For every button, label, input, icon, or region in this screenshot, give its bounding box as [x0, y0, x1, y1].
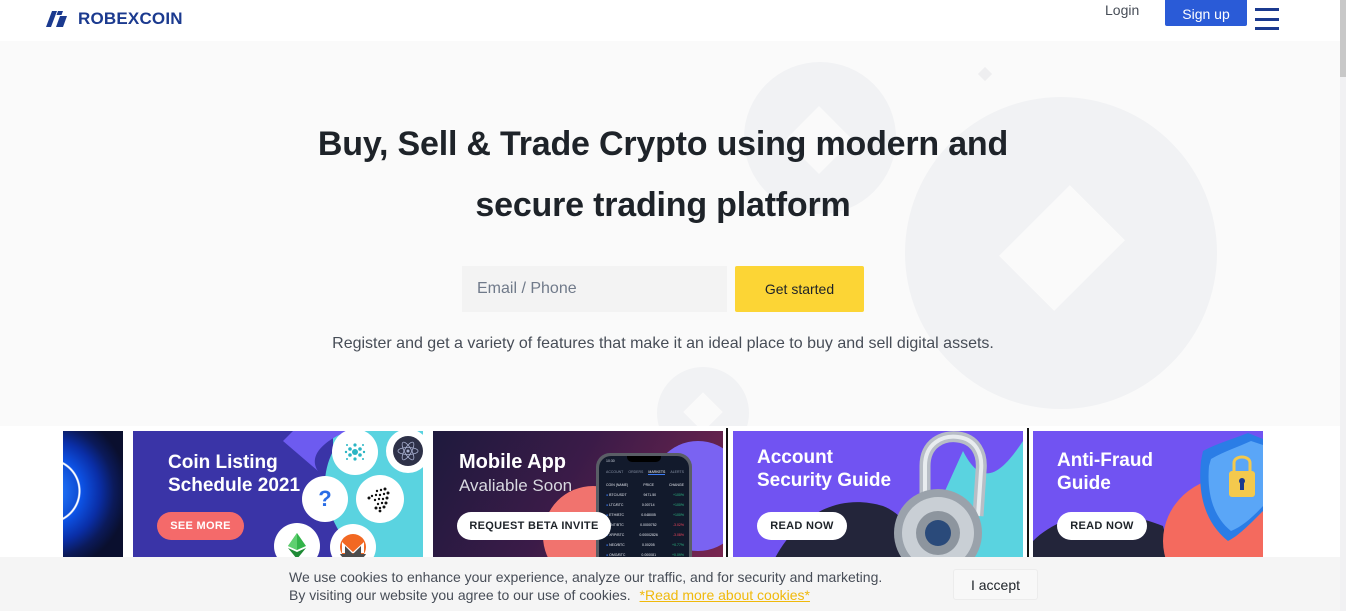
banner-title: Anti-Fraud Guide — [1057, 450, 1154, 494]
hero-subtitle: Register and get a variety of features t… — [332, 335, 994, 352]
hamburger-menu-icon[interactable] — [1255, 8, 1279, 30]
phone-columns: COIN (NAME) PRICE CHANGE — [606, 483, 684, 487]
signup-button[interactable]: Sign up — [1165, 0, 1247, 26]
padlock-icon — [883, 431, 1003, 562]
banner-account-security[interactable]: Account Security Guide READ NOW — [733, 431, 1023, 562]
banner-divider — [1027, 428, 1029, 562]
banner-title: Mobile App Avaliable Soon — [459, 451, 573, 495]
email-phone-input[interactable] — [462, 266, 727, 312]
question-mark-icon: ? — [302, 476, 348, 522]
brand-name: ROBEXCOIN — [78, 9, 183, 28]
banner-divider — [726, 428, 728, 562]
decorative-diamond — [977, 66, 993, 82]
banner-anti-fraud[interactable]: Anti-Fraud Guide READ NOW — [1033, 431, 1263, 562]
request-beta-invite-button[interactable]: REQUEST BETA INVITE — [457, 512, 611, 540]
see-more-button[interactable]: SEE MORE — [157, 512, 244, 540]
banner-title: Account Security Guide — [757, 447, 892, 491]
phone-mockup: 10:30 ACCOUNT ORDERS MARKETS ALERTS COIN (N… — [596, 453, 692, 562]
hero-headline: Buy, Sell & Trade Crypto using modern an… — [0, 114, 1326, 236]
logo-mark-icon — [46, 11, 68, 27]
phone-market-row: ● ETH/BTC 0.048005 +100% — [606, 513, 684, 517]
banner-title: Coin Listing Schedule 2021 — [168, 452, 301, 496]
banner-coin-listing[interactable]: Coin Listing Schedule 2021 SEE MORE ? — [133, 431, 423, 562]
banner-partial[interactable] — [63, 431, 123, 562]
hero-headline-line2: secure trading platform — [475, 186, 851, 224]
iota-icon — [356, 475, 404, 523]
hero-section: Buy, Sell & Trade Crypto using modern an… — [0, 41, 1340, 426]
cookie-banner: We use cookies to enhance your experienc… — [0, 557, 1340, 611]
cookie-line1: We use cookies to enhance your experienc… — [289, 569, 883, 585]
banner-carousel: Coin ListingSchedule 2021 SEE MORE ? Mo — [0, 426, 1340, 562]
phone-screen: 10:30 ACCOUNT ORDERS MARKETS ALERTS COIN (N… — [599, 456, 689, 562]
phone-market-row: ● XRP/BTC0.00002826-3.08% — [606, 533, 684, 537]
cookie-line2: By visiting our website you agree to our… — [289, 587, 631, 603]
page-scrollbar[interactable] — [1340, 0, 1346, 611]
phone-market-row: ● LTC/BTC 0.00714 +100% — [606, 503, 684, 507]
phone-market-row: ● NEO/BTC 0.00205 +0.77% — [606, 543, 684, 547]
banner-mobile-app[interactable]: Mobile App Avaliable Soon 10:30 ACCOUNT OR… — [433, 431, 723, 562]
phone-market-row: ● BTC/USDT 9471.50 +100% — [606, 493, 684, 497]
accept-cookies-button[interactable]: I accept — [953, 569, 1038, 600]
hero-headline-line1: Buy, Sell & Trade Crypto using modern an… — [317, 125, 1009, 163]
site-header: ROBEXCOIN Login Sign up — [0, 0, 1340, 41]
phone-tabs: ACCOUNT ORDERS MARKETS ALERTS — [606, 470, 684, 475]
brand-logo[interactable]: ROBEXCOIN — [46, 9, 183, 29]
read-more-cookies-link[interactable]: *Read more about cookies* — [640, 587, 810, 603]
cardano-icon — [332, 431, 378, 475]
scrollbar-thumb[interactable] — [1340, 0, 1346, 77]
phone-market-row: ● TNT/BTC0.0000752-3.02% — [606, 523, 684, 527]
login-link[interactable]: Login — [1105, 2, 1139, 18]
read-now-button[interactable]: READ NOW — [1057, 512, 1147, 540]
get-started-button[interactable]: Get started — [735, 266, 864, 312]
cookie-message: We use cookies to enhance your experienc… — [289, 568, 882, 604]
read-now-button[interactable]: READ NOW — [757, 512, 847, 540]
phone-time: 10:30 — [606, 459, 615, 463]
